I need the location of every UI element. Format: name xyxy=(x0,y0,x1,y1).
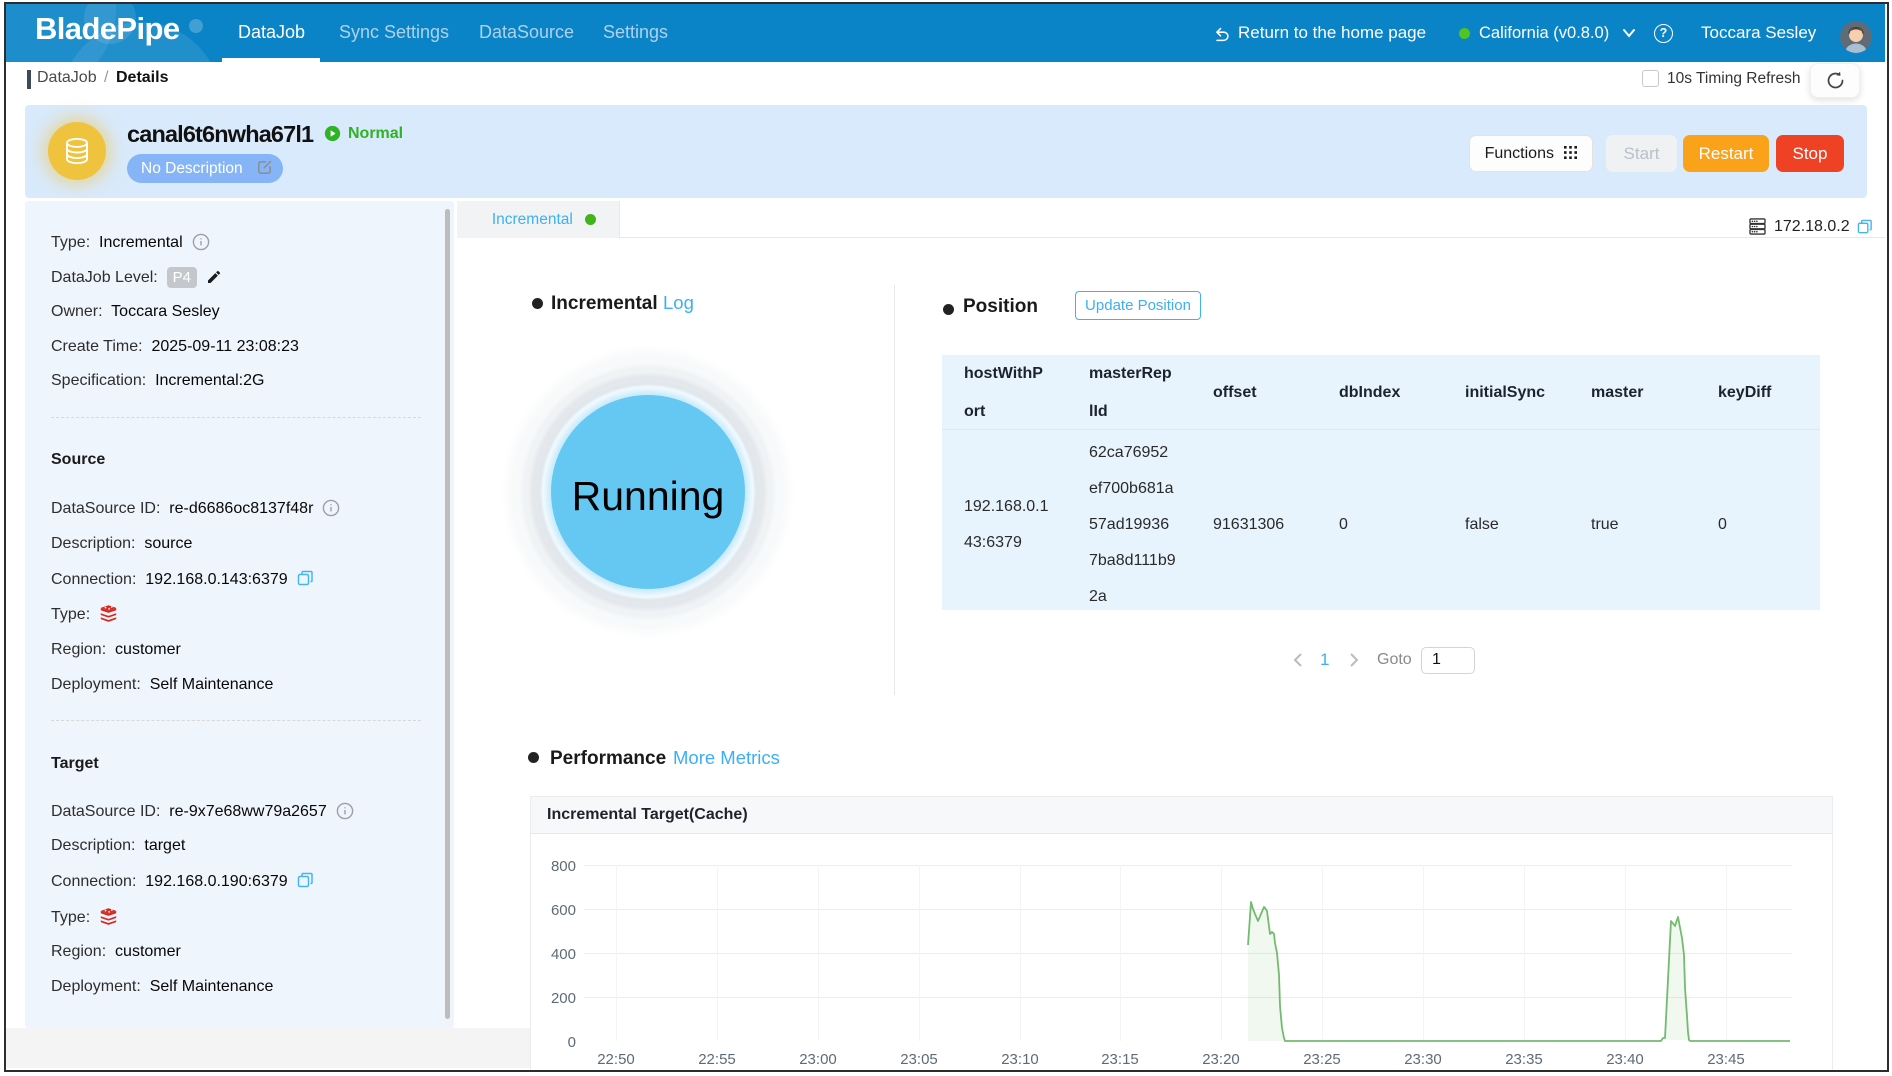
svg-text:23:00: 23:00 xyxy=(799,1051,837,1067)
svg-text:400: 400 xyxy=(551,946,576,963)
svg-text:23:45: 23:45 xyxy=(1707,1051,1745,1067)
svg-text:23:40: 23:40 xyxy=(1606,1051,1644,1067)
svg-text:600: 600 xyxy=(551,902,576,919)
svg-text:23:10: 23:10 xyxy=(1001,1051,1039,1067)
svg-text:23:20: 23:20 xyxy=(1202,1051,1240,1067)
svg-text:22:55: 22:55 xyxy=(698,1051,736,1067)
svg-text:23:30: 23:30 xyxy=(1404,1051,1442,1067)
svg-text:23:05: 23:05 xyxy=(900,1051,938,1067)
svg-text:0: 0 xyxy=(568,1034,576,1051)
svg-text:23:25: 23:25 xyxy=(1303,1051,1341,1067)
svg-text:800: 800 xyxy=(551,858,576,875)
svg-text:22:50: 22:50 xyxy=(597,1051,635,1067)
svg-text:23:35: 23:35 xyxy=(1505,1051,1543,1067)
svg-text:200: 200 xyxy=(551,990,576,1007)
svg-text:23:15: 23:15 xyxy=(1101,1051,1139,1067)
